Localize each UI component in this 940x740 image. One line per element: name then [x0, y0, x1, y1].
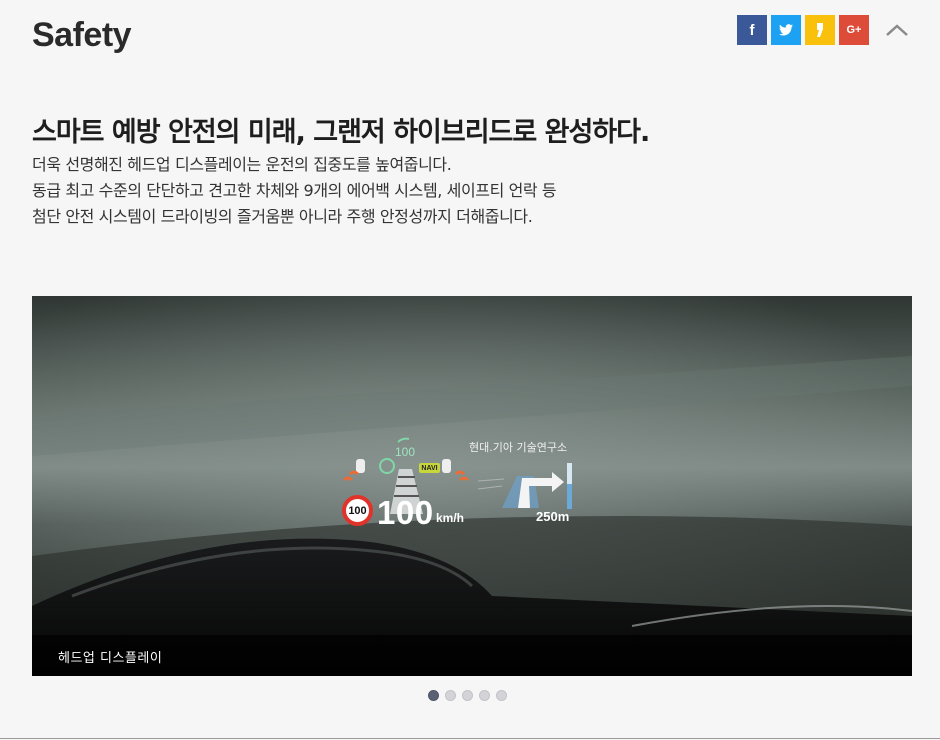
headline: 스마트 예방 안전의 미래, 그랜저 하이브리드로 완성하다. [32, 117, 650, 148]
facebook-share-button[interactable]: f [737, 15, 767, 45]
pagination-dot[interactable] [479, 690, 490, 701]
hud-speed-limit-sign: 100 [342, 495, 373, 526]
hud-graphics [343, 437, 572, 514]
kakaostory-share-button[interactable] [805, 15, 835, 45]
pagination-dot[interactable] [496, 690, 507, 701]
description: 더욱 선명해진 헤드업 디스플레이는 운전의 집중도를 높여줍니다. 동급 최고… [32, 152, 557, 230]
kakaostory-icon [817, 23, 823, 37]
section-title: Safety [32, 16, 132, 54]
pagination-dot[interactable] [445, 690, 456, 701]
divider [0, 738, 940, 739]
caption-bar: 헤드업 디스플레이 [32, 635, 912, 676]
collapse-button[interactable] [882, 16, 912, 44]
pagination-dot[interactable] [428, 690, 439, 701]
description-line: 첨단 안전 시스템이 드라이빙의 즐거움뿐 아니라 주행 안정성까지 더해줍니다… [32, 207, 533, 226]
google-plus-icon: G+ [846, 23, 862, 36]
hud-speed: 100 [377, 494, 434, 531]
hud-credit-text: 현대.기아 기술연구소 [469, 441, 568, 454]
facebook-icon: f [749, 21, 755, 39]
hud-speed-unit: km/h [436, 511, 465, 525]
hud-navi-badge: NAVI [419, 463, 440, 473]
hud-set-speed: 100 [395, 445, 416, 459]
slide-caption: 헤드업 디스플레이 [58, 651, 163, 666]
image-slide[interactable]: 현대.기아 기술연구소 100 NAVI 100 100 km/h 250m 헤… [32, 296, 912, 676]
slider-pagination [428, 690, 507, 701]
pagination-dot[interactable] [462, 690, 473, 701]
share-buttons: f G+ [737, 15, 869, 45]
chevron-up-icon [886, 24, 908, 36]
google-plus-share-button[interactable]: G+ [839, 15, 869, 45]
description-line: 더욱 선명해진 헤드업 디스플레이는 운전의 집중도를 높여줍니다. [32, 155, 452, 174]
hud-distance: 250m [536, 509, 570, 524]
twitter-share-button[interactable] [771, 15, 801, 45]
twitter-icon [779, 24, 793, 36]
description-line: 동급 최고 수준의 단단하고 견고한 차체와 9개의 에어백 시스템, 세이프티… [32, 181, 557, 200]
